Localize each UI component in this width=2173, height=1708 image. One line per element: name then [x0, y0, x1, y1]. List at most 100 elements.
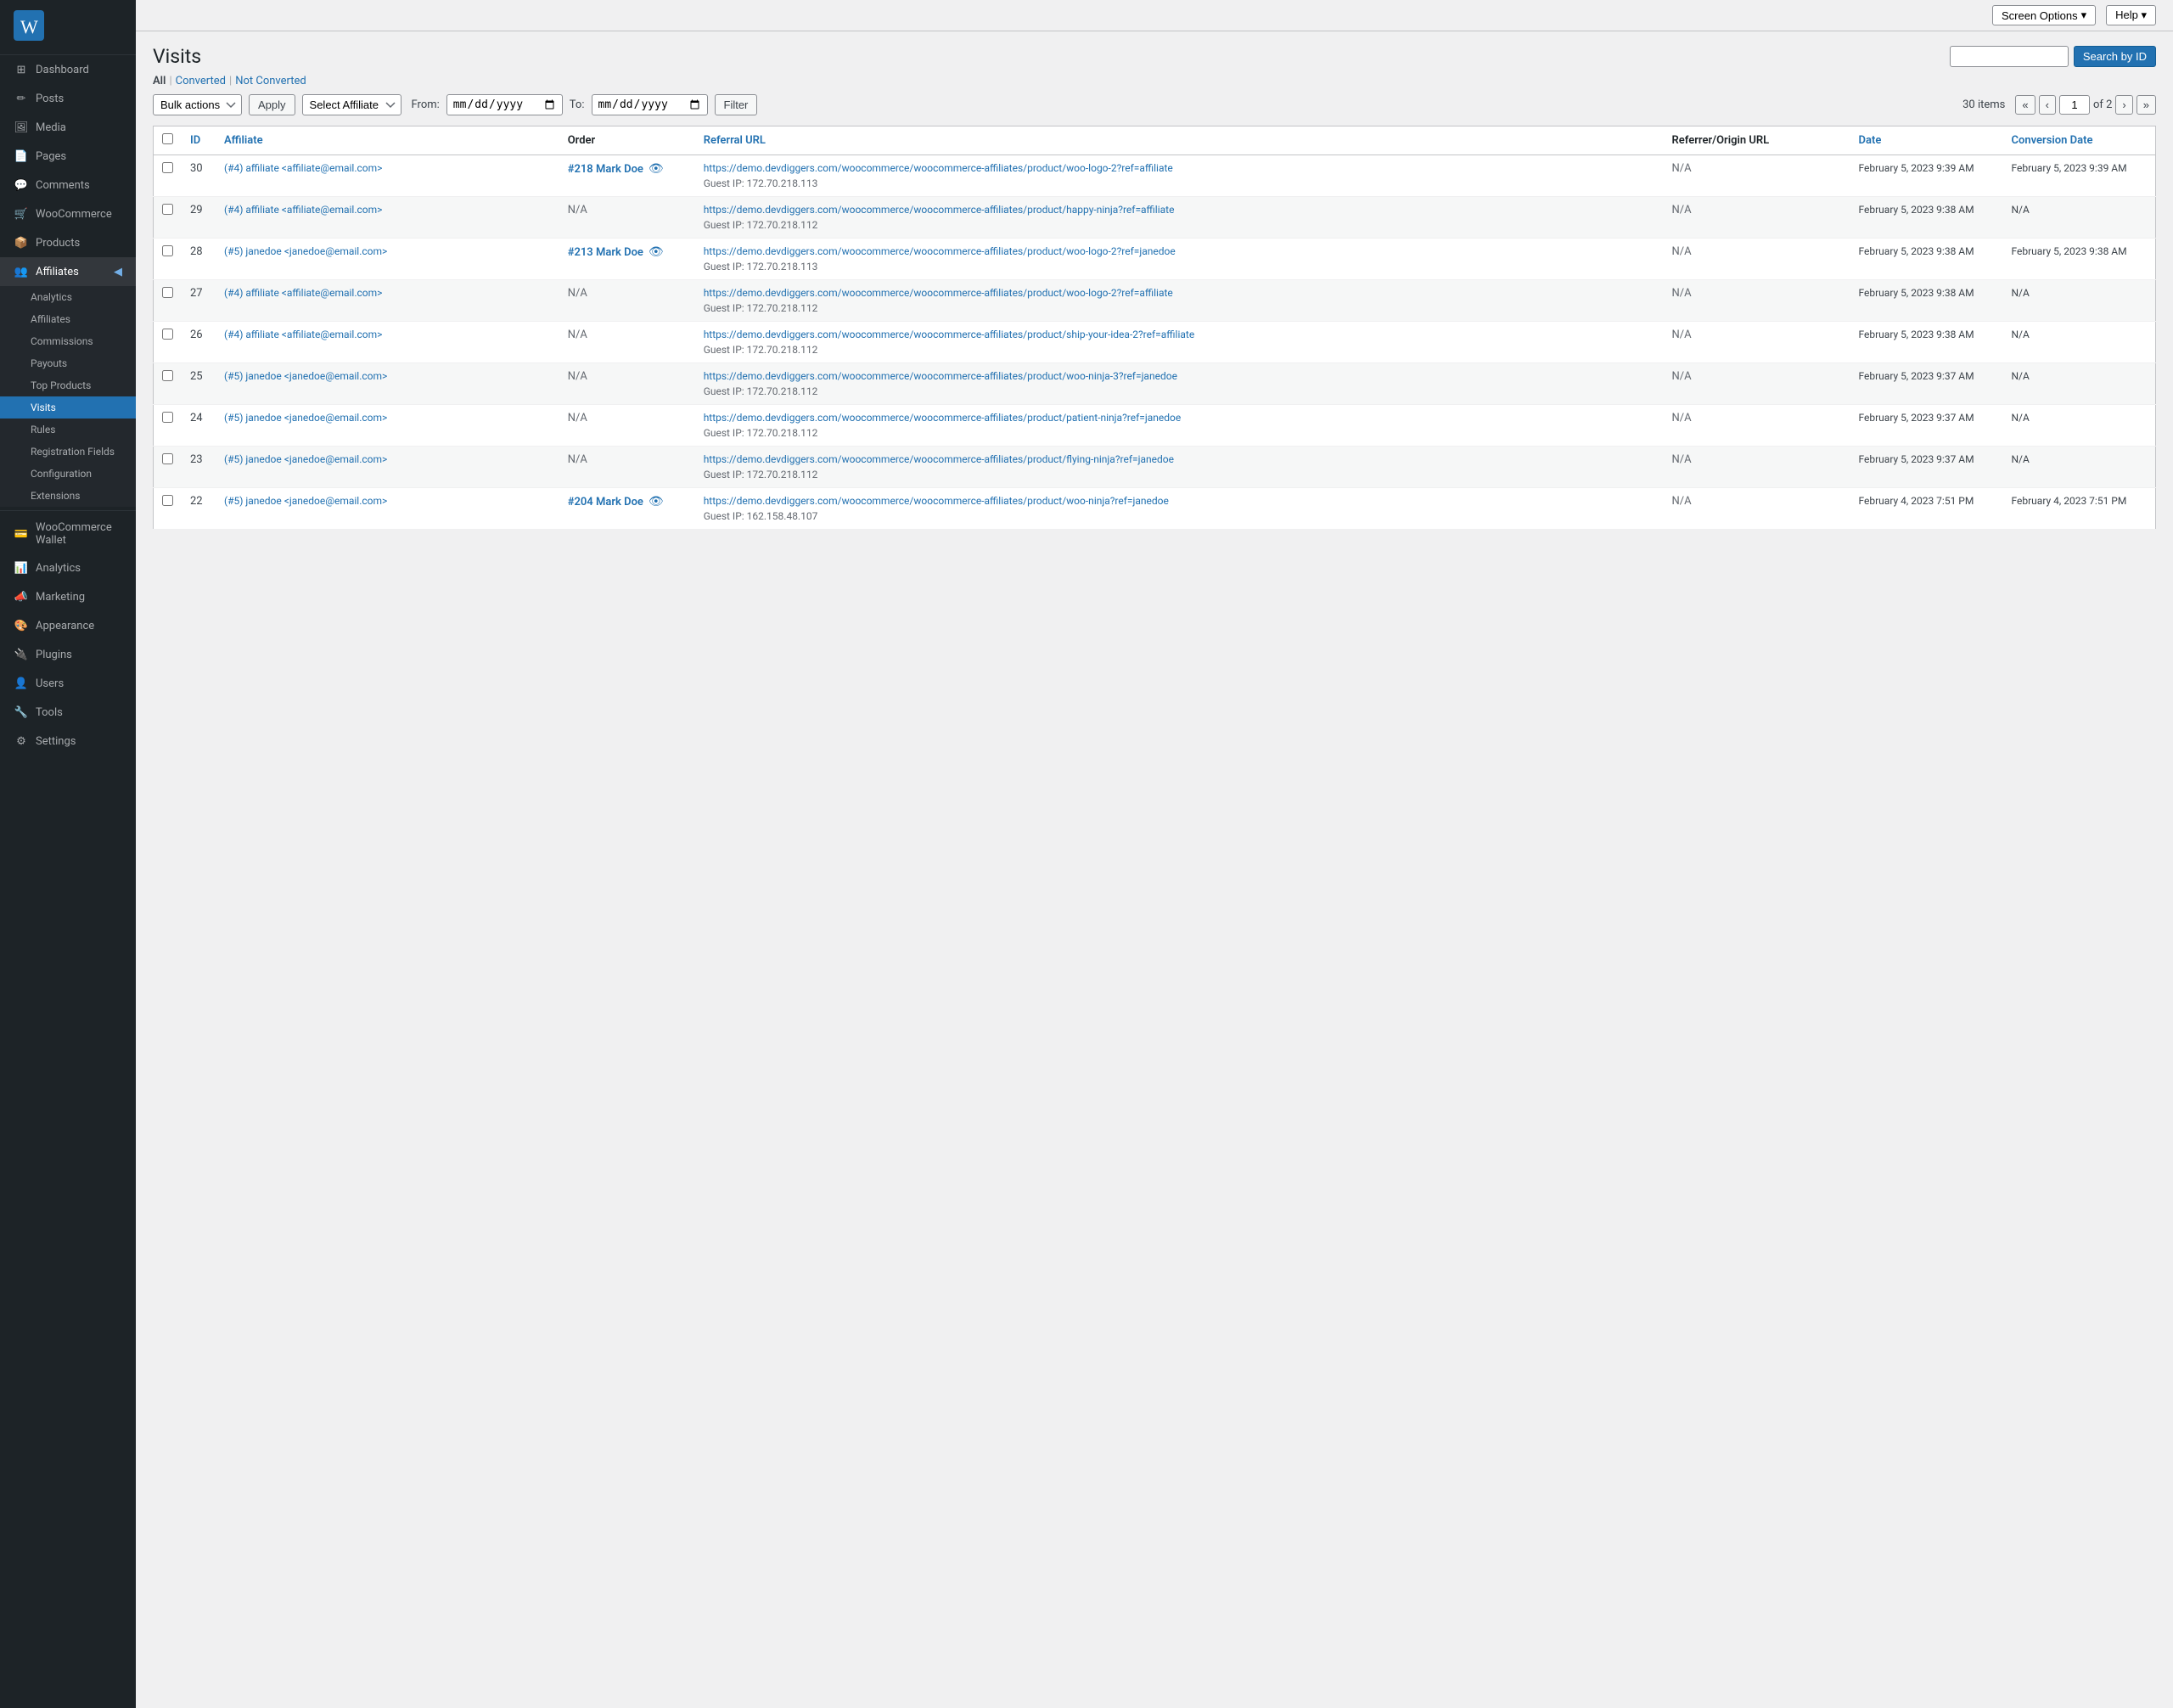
select-all-checkbox[interactable] — [162, 133, 173, 144]
bulk-actions-select[interactable]: Bulk actions — [153, 94, 242, 115]
referral-url-column-header[interactable]: Referral URL — [704, 134, 766, 147]
products-icon: 📦 — [14, 235, 29, 250]
sidebar-item-woocommerce[interactable]: 🛒 WooCommerce — [0, 199, 136, 228]
referral-url-link[interactable]: https://demo.devdiggers.com/woocommerce/… — [704, 453, 1174, 465]
row-checkbox[interactable] — [162, 287, 173, 298]
page-number-input[interactable] — [2059, 95, 2090, 115]
sidebar-item-media[interactable]: 🖼 Media — [0, 113, 136, 142]
sidebar-item-configuration[interactable]: Configuration — [0, 463, 136, 485]
pagination-wrapper: 30 items « ‹ of 2 › » — [1962, 95, 2156, 115]
help-button[interactable]: Help ▾ — [2106, 5, 2156, 25]
view-order-icon[interactable]: 👁 — [649, 162, 664, 176]
to-date-input[interactable] — [592, 94, 708, 115]
row-checkbox[interactable] — [162, 329, 173, 340]
row-checkbox[interactable] — [162, 453, 173, 464]
screen-options-button[interactable]: Screen Options ▾ — [1992, 5, 2096, 25]
select-affiliate-dropdown[interactable]: Select Affiliate — [302, 94, 401, 115]
filter-all-link[interactable]: All — [153, 75, 166, 87]
next-page-button[interactable]: › — [2115, 95, 2132, 115]
referral-url-link[interactable]: https://demo.devdiggers.com/woocommerce/… — [704, 329, 1195, 340]
sidebar-item-top-products[interactable]: Top Products — [0, 374, 136, 396]
sidebar-item-visits[interactable]: Visits — [0, 396, 136, 419]
conversion-date-column-header[interactable]: Conversion Date — [2012, 134, 2093, 147]
conversion-date: N/A — [2003, 405, 2156, 447]
sidebar-item-extensions[interactable]: Extensions — [0, 485, 136, 507]
affiliate-link[interactable]: (#5) janedoe <janedoe@email.com> — [224, 495, 387, 507]
referral-url-link[interactable]: https://demo.devdiggers.com/woocommerce/… — [704, 287, 1173, 299]
referrer-origin: N/A — [1664, 363, 1850, 405]
order-link[interactable]: #204 Mark Doe — [568, 496, 643, 508]
apply-button[interactable]: Apply — [249, 94, 295, 115]
view-order-icon[interactable]: 👁 — [649, 245, 664, 259]
filter-button[interactable]: Filter — [715, 94, 758, 115]
row-id: 27 — [182, 280, 216, 322]
affiliate-column-header[interactable]: Affiliate — [224, 134, 263, 147]
filter-not-converted-link[interactable]: Not Converted — [235, 75, 306, 87]
referral-url-link[interactable]: https://demo.devdiggers.com/woocommerce/… — [704, 495, 1169, 507]
row-checkbox[interactable] — [162, 495, 173, 506]
sidebar-item-dashboard[interactable]: ⊞ Dashboard — [0, 55, 136, 84]
date-column-header[interactable]: Date — [1859, 134, 1882, 147]
affiliate-link[interactable]: (#5) janedoe <janedoe@email.com> — [224, 412, 387, 424]
row-checkbox[interactable] — [162, 162, 173, 173]
first-page-button[interactable]: « — [2015, 95, 2035, 115]
referral-url-link[interactable]: https://demo.devdiggers.com/woocommerce/… — [704, 245, 1176, 257]
sidebar-item-marketing[interactable]: 📣 Marketing — [0, 582, 136, 611]
sidebar-item-affiliates-sub[interactable]: Affiliates — [0, 308, 136, 330]
sidebar-item-analytics-main[interactable]: 📊 Analytics — [0, 553, 136, 582]
visit-date: February 5, 2023 9:38 AM — [1850, 197, 2003, 239]
order-link[interactable]: #213 Mark Doe — [568, 246, 643, 259]
sidebar-item-tools[interactable]: 🔧 Tools — [0, 698, 136, 727]
visit-date: February 5, 2023 9:37 AM — [1850, 363, 2003, 405]
referral-url-link[interactable]: https://demo.devdiggers.com/woocommerce/… — [704, 412, 1182, 424]
sidebar-item-comments[interactable]: 💬 Comments — [0, 171, 136, 199]
from-date-input[interactable] — [446, 94, 563, 115]
affiliate-link[interactable]: (#5) janedoe <janedoe@email.com> — [224, 453, 387, 465]
sidebar-item-users[interactable]: 👤 Users — [0, 669, 136, 698]
affiliate-link[interactable]: (#4) affiliate <affiliate@email.com> — [224, 204, 382, 216]
sidebar-item-woo-wallet[interactable]: 💳 WooCommerce Wallet — [0, 514, 136, 553]
order-link[interactable]: #218 Mark Doe — [568, 163, 643, 176]
referrer-origin: N/A — [1664, 322, 1850, 363]
row-order: N/A — [559, 363, 695, 405]
visit-date: February 4, 2023 7:51 PM — [1850, 488, 2003, 530]
view-order-icon[interactable]: 👁 — [649, 495, 664, 508]
referral-url-link[interactable]: https://demo.devdiggers.com/woocommerce/… — [704, 204, 1175, 216]
sidebar-item-registration-fields[interactable]: Registration Fields — [0, 441, 136, 463]
sidebar-item-pages[interactable]: 📄 Pages — [0, 142, 136, 171]
sidebar-item-plugins[interactable]: 🔌 Plugins — [0, 640, 136, 669]
affiliates-icon: 👥 — [14, 264, 29, 279]
row-checkbox[interactable] — [162, 412, 173, 423]
sidebar-item-posts[interactable]: ✏ Posts — [0, 84, 136, 113]
woocommerce-icon: 🛒 — [14, 206, 29, 222]
sidebar-item-rules[interactable]: Rules — [0, 419, 136, 441]
sidebar-item-appearance[interactable]: 🎨 Appearance — [0, 611, 136, 640]
affiliate-link[interactable]: (#4) affiliate <affiliate@email.com> — [224, 287, 382, 299]
row-order: N/A — [559, 322, 695, 363]
sidebar-item-commissions[interactable]: Commissions — [0, 330, 136, 352]
sidebar-item-analytics[interactable]: Analytics — [0, 286, 136, 308]
affiliate-link[interactable]: (#5) janedoe <janedoe@email.com> — [224, 370, 387, 382]
search-by-id-button[interactable]: Search by ID — [2074, 46, 2156, 67]
sidebar-item-products[interactable]: 📦 Products — [0, 228, 136, 257]
affiliate-link[interactable]: (#4) affiliate <affiliate@email.com> — [224, 329, 382, 340]
visit-date: February 5, 2023 9:38 AM — [1850, 239, 2003, 280]
affiliate-link[interactable]: (#5) janedoe <janedoe@email.com> — [224, 245, 387, 257]
row-checkbox[interactable] — [162, 370, 173, 381]
search-by-id-input[interactable] — [1950, 46, 2069, 67]
referral-url-link[interactable]: https://demo.devdiggers.com/woocommerce/… — [704, 370, 1177, 382]
referrer-origin-column-header: Referrer/Origin URL — [1664, 126, 1850, 155]
row-checkbox[interactable] — [162, 204, 173, 215]
filter-converted-link[interactable]: Converted — [176, 75, 226, 87]
visit-date: February 5, 2023 9:38 AM — [1850, 280, 2003, 322]
sidebar-item-payouts[interactable]: Payouts — [0, 352, 136, 374]
row-checkbox[interactable] — [162, 245, 173, 256]
sidebar-item-settings[interactable]: ⚙ Settings — [0, 727, 136, 756]
referral-url-link[interactable]: https://demo.devdiggers.com/woocommerce/… — [704, 162, 1173, 174]
posts-icon: ✏ — [14, 91, 29, 106]
prev-page-button[interactable]: ‹ — [2039, 95, 2056, 115]
affiliate-link[interactable]: (#4) affiliate <affiliate@email.com> — [224, 162, 382, 174]
last-page-button[interactable]: » — [2137, 95, 2156, 115]
id-column-header[interactable]: ID — [190, 134, 200, 147]
sidebar-item-affiliates[interactable]: 👥 Affiliates ◀ — [0, 257, 136, 286]
